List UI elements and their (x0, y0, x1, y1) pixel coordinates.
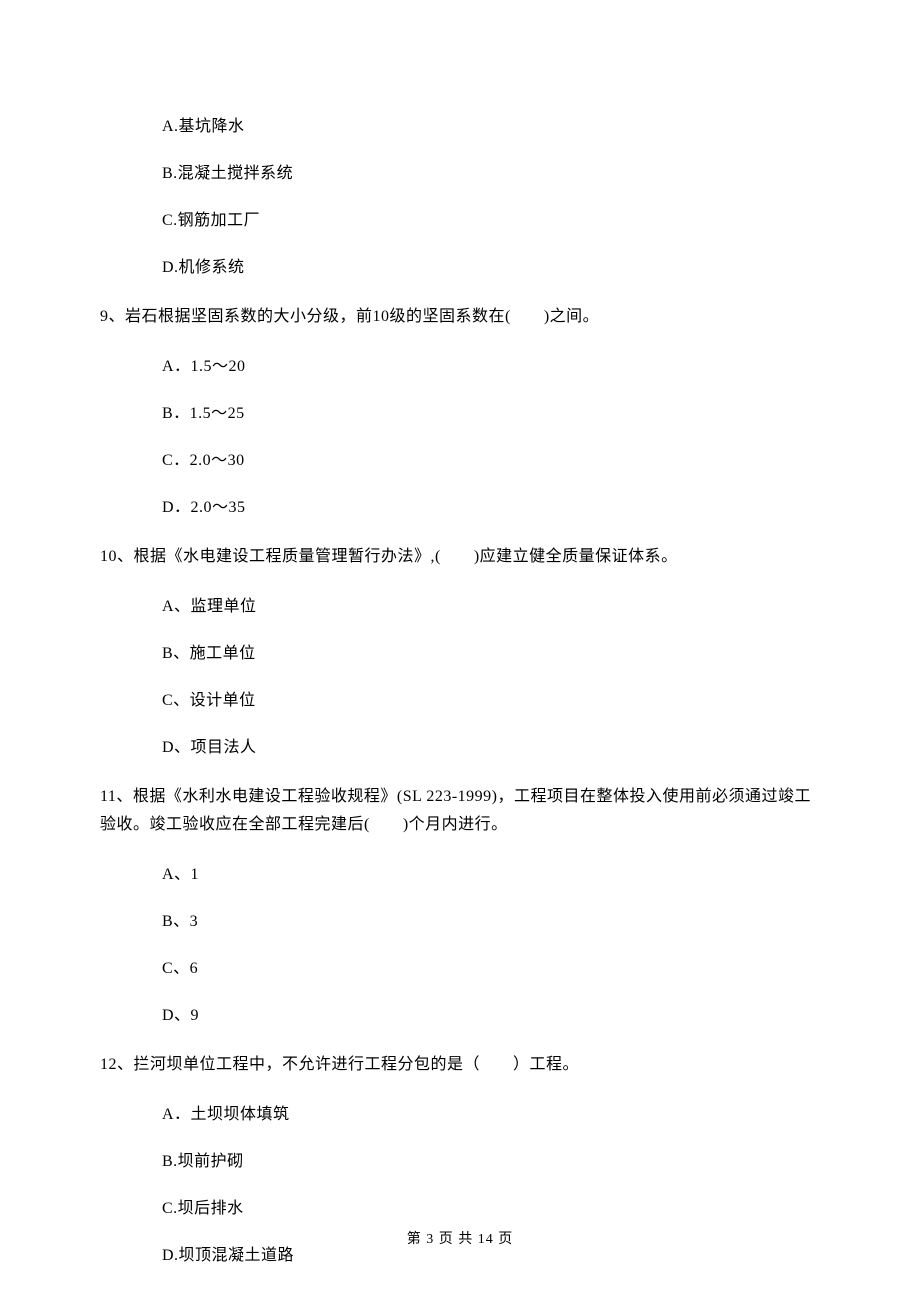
q11-option-c: C、6 (100, 957, 820, 981)
q11-option-b: B、3 (100, 910, 820, 934)
q10-option-d: D、项目法人 (100, 736, 820, 760)
q11-option-d: D、9 (100, 1004, 820, 1028)
q12-option-a: A．土坝坝体填筑 (100, 1103, 820, 1127)
q10-option-b: B、施工单位 (100, 642, 820, 666)
q12-text: 12、拦河坝单位工程中，不允许进行工程分包的是（ ）工程。 (100, 1051, 820, 1080)
q8-option-b: B.混凝土搅拌系统 (100, 162, 820, 186)
q12-option-c: C.坝后排水 (100, 1197, 820, 1221)
q10-option-c: C、设计单位 (100, 689, 820, 713)
q9-option-a: A．1.5～20 (100, 355, 820, 379)
q10-text: 10、根据《水电建设工程质量管理暂行办法》,( )应建立健全质量保证体系。 (100, 543, 820, 572)
q9-option-d: D．2.0～35 (100, 496, 820, 520)
q9-text: 9、岩石根据坚固系数的大小分级，前10级的坚固系数在( )之间。 (100, 303, 820, 332)
q8-option-d: D.机修系统 (100, 256, 820, 280)
q11-text: 11、根据《水利水电建设工程验收规程》(SL 223-1999)，工程项目在整体… (100, 783, 820, 841)
q11-option-a: A、1 (100, 863, 820, 887)
q9-option-c: C．2.0～30 (100, 449, 820, 473)
q10-option-a: A、监理单位 (100, 595, 820, 619)
page-footer: 第 3 页 共 14 页 (0, 1229, 920, 1250)
q12-option-b: B.坝前护砌 (100, 1150, 820, 1174)
q8-option-c: C.钢筋加工厂 (100, 209, 820, 233)
q9-option-b: B．1.5～25 (100, 402, 820, 426)
q8-option-a: A.基坑降水 (100, 115, 820, 139)
